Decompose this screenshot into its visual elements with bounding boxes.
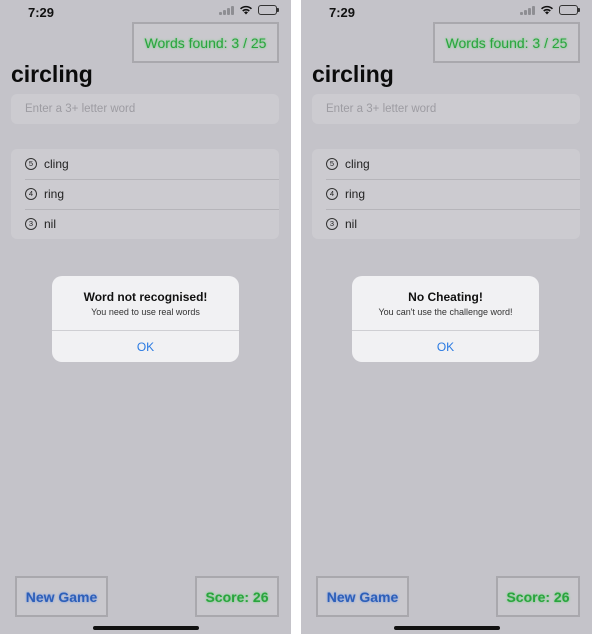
alert-ok-button[interactable]: OK bbox=[52, 331, 239, 362]
word-input[interactable] bbox=[312, 94, 580, 124]
alert-title: Word not recognised! bbox=[83, 290, 208, 304]
signal-icon bbox=[219, 5, 234, 15]
battery-icon bbox=[258, 5, 279, 15]
root-word-title: circling bbox=[11, 61, 93, 87]
alert-ok-button[interactable]: OK bbox=[352, 331, 539, 362]
found-word: ring bbox=[345, 187, 366, 201]
home-indicator[interactable] bbox=[92, 626, 199, 630]
list-item: 3 nil bbox=[11, 209, 279, 239]
found-words-list: 5 cling 4 ring 3 nil bbox=[11, 149, 279, 239]
score-label: Score: 26 bbox=[496, 576, 580, 617]
status-bar: 7:29 bbox=[0, 0, 291, 24]
status-icons bbox=[219, 5, 279, 15]
screen-word-not-recognised: 7:29 Words found: 3 / 25 circling 5 clin… bbox=[0, 0, 291, 634]
alert-message: You need to use real words bbox=[91, 307, 200, 317]
new-game-button[interactable]: New Game bbox=[316, 576, 409, 617]
letter-count-circle-icon: 5 bbox=[25, 158, 37, 170]
list-item: 5 cling bbox=[312, 149, 580, 179]
alert-title: No Cheating! bbox=[408, 290, 483, 304]
found-word: ring bbox=[44, 187, 65, 201]
root-word-title: circling bbox=[312, 61, 394, 87]
found-words-list: 5 cling 4 ring 3 nil bbox=[312, 149, 580, 239]
list-item: 5 cling bbox=[11, 149, 279, 179]
found-word: nil bbox=[345, 217, 358, 231]
letter-count-circle-icon: 4 bbox=[25, 188, 37, 200]
alert-dialog: Word not recognised! You need to use rea… bbox=[52, 276, 239, 362]
wifi-icon bbox=[540, 5, 554, 15]
status-bar: 7:29 bbox=[301, 0, 592, 24]
found-word: nil bbox=[44, 217, 57, 231]
status-time: 7:29 bbox=[329, 5, 356, 20]
list-item: 4 ring bbox=[312, 179, 580, 209]
alert-dialog: No Cheating! You can't use the challenge… bbox=[352, 276, 539, 362]
alert-message: You can't use the challenge word! bbox=[378, 307, 513, 317]
found-word: cling bbox=[345, 157, 370, 171]
wifi-icon bbox=[239, 5, 253, 15]
battery-icon bbox=[559, 5, 580, 15]
status-time: 7:29 bbox=[28, 5, 55, 20]
words-found-label: Words found: 3 / 25 bbox=[433, 22, 580, 63]
letter-count-circle-icon: 3 bbox=[326, 218, 338, 230]
list-item: 4 ring bbox=[11, 179, 279, 209]
new-game-button[interactable]: New Game bbox=[15, 576, 108, 617]
words-found-label: Words found: 3 / 25 bbox=[132, 22, 279, 63]
letter-count-circle-icon: 4 bbox=[326, 188, 338, 200]
list-item: 3 nil bbox=[312, 209, 580, 239]
letter-count-circle-icon: 3 bbox=[25, 218, 37, 230]
score-label: Score: 26 bbox=[195, 576, 279, 617]
found-word: cling bbox=[44, 157, 69, 171]
screen-no-cheating: 7:29 Words found: 3 / 25 circling 5 clin… bbox=[301, 0, 592, 634]
word-input[interactable] bbox=[11, 94, 279, 124]
home-indicator[interactable] bbox=[393, 626, 500, 630]
signal-icon bbox=[520, 5, 535, 15]
status-icons bbox=[520, 5, 580, 15]
letter-count-circle-icon: 5 bbox=[326, 158, 338, 170]
